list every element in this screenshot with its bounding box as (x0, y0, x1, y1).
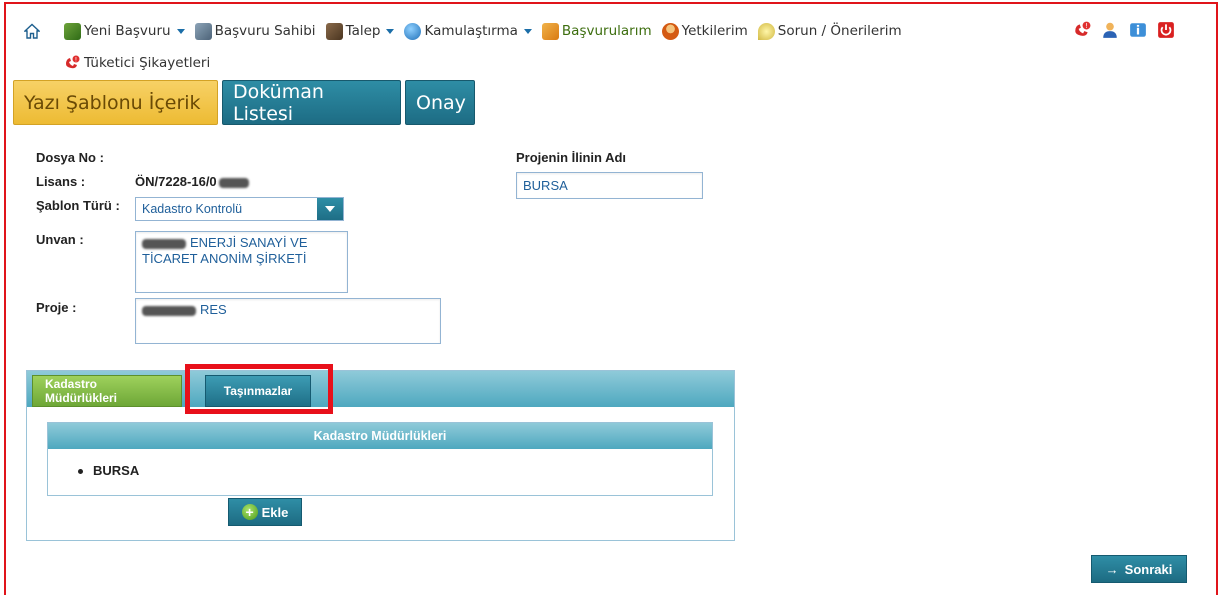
chevron-down-icon (386, 28, 395, 34)
unvan-line1: ENERJİ SANAYİ VE (142, 235, 341, 251)
lisans-value-text: ÖN/7228-16/0 (135, 174, 217, 189)
menu-sorun-onerilerim[interactable]: Sorun / Önerilerim (757, 22, 902, 40)
redacted-text (218, 177, 249, 188)
menu-label: Başvuru Sahibi (214, 23, 316, 39)
ekle-button-label: Ekle (261, 504, 289, 520)
globe-icon (404, 22, 422, 40)
menu-label: Talep (345, 23, 381, 39)
kadastro-list-table: Kadastro Müdürlükleri BURSA (47, 422, 713, 496)
svg-text:!: ! (75, 56, 77, 63)
table-header: Kadastro Müdürlükleri (48, 423, 712, 449)
menu-label: Yeni Başvuru (84, 23, 171, 39)
proje-il-field[interactable]: BURSA (516, 172, 703, 199)
ekle-button[interactable]: + Ekle (228, 498, 302, 526)
tab-yazi-sablonu-icerik[interactable]: Yazı Şablonu İçerik (13, 80, 218, 125)
unvan-line1-text: ENERJİ SANAYİ VE (190, 235, 308, 250)
menu-talep[interactable]: Talep (325, 22, 395, 40)
sonraki-button-label: Sonraki (1124, 561, 1173, 577)
applicant-icon (194, 22, 212, 40)
menu-basvurularim[interactable]: Başvurularım (541, 22, 652, 40)
sablon-turu-label: Şablon Türü : (36, 198, 120, 213)
tab-dokuman-listesi[interactable]: Doküman Listesi (222, 80, 401, 125)
unvan-line2-text: TİCARET ANONİM ŞİRKETİ (142, 251, 307, 266)
lisans-value: ÖN/7228-16/0 (135, 174, 249, 189)
list-item: BURSA (48, 449, 712, 478)
request-icon (325, 22, 343, 40)
proje-field[interactable]: RES (135, 298, 441, 344)
lisans-label: Lisans : (36, 174, 86, 189)
sablon-turu-value: Kadastro Kontrolü (142, 202, 243, 216)
sonraki-button[interactable]: → Sonraki (1091, 555, 1187, 583)
users-icon (661, 22, 679, 40)
unvan-label: Unvan : (36, 232, 84, 247)
user-profile-icon[interactable] (1100, 20, 1120, 40)
power-logout-icon[interactable] (1156, 20, 1176, 40)
plus-icon: + (241, 504, 258, 520)
menu-yeni-basvuru[interactable]: Yeni Başvuru (64, 22, 185, 40)
chevron-down-icon[interactable] (317, 198, 343, 220)
sablon-turu-select[interactable]: Kadastro Kontrolü (135, 197, 344, 221)
chevron-down-icon (176, 28, 185, 34)
menu-label: Tüketici Şikayetleri (84, 55, 211, 71)
redacted-text (142, 305, 196, 316)
menu-tuketici-sikayetleri[interactable]: ! Tüketici Şikayetleri (64, 55, 210, 71)
arrow-right-icon: → (1105, 561, 1119, 577)
step-tabs: Yazı Şablonu İçerik Doküman Listesi Onay (13, 80, 479, 125)
menu-basvuru-sahibi[interactable]: Başvuru Sahibi (194, 22, 316, 40)
proje-value: RES (200, 302, 227, 317)
menu-label: Sorun / Önerilerim (777, 23, 902, 39)
list-item-label: BURSA (93, 463, 140, 478)
menu-label: Yetkilerim (681, 23, 748, 39)
proje-il-label: Projenin İlinin Adı (516, 150, 627, 165)
menu-yetkilerim[interactable]: Yetkilerim (661, 22, 748, 40)
svg-text:!: ! (1085, 22, 1088, 30)
dosya-no-label: Dosya No : (36, 150, 104, 165)
info-icon[interactable] (1128, 20, 1148, 40)
tab-kadastro-mudurlukleri[interactable]: Kadastro Müdürlükleri (32, 375, 182, 407)
tab-onay[interactable]: Onay (405, 80, 475, 125)
alert-phone-icon[interactable]: ! (1072, 20, 1092, 40)
tasinmazlar-highlight-box (185, 364, 333, 414)
menu-label: Başvurularım (561, 23, 652, 39)
user-toolbar: ! (1064, 20, 1176, 40)
new-application-icon (64, 22, 81, 40)
folder-icon (541, 22, 559, 40)
bullet-icon (78, 469, 83, 475)
home-icon[interactable] (23, 23, 41, 39)
speech-bubble-icon (757, 22, 775, 40)
proje-label: Proje : (36, 300, 77, 315)
secondary-menu: ! Tüketici Şikayetleri (64, 52, 220, 74)
main-menu: Yeni Başvuru Başvuru Sahibi Talep Kamula… (23, 20, 912, 42)
phone-alert-icon: ! (64, 55, 80, 71)
unvan-field[interactable]: ENERJİ SANAYİ VE TİCARET ANONİM ŞİRKETİ (135, 231, 348, 293)
menu-label: Kamulaştırma (424, 23, 518, 39)
menu-kamulastirma[interactable]: Kamulaştırma (404, 22, 532, 40)
chevron-down-icon (523, 28, 532, 34)
redacted-text (142, 238, 186, 249)
